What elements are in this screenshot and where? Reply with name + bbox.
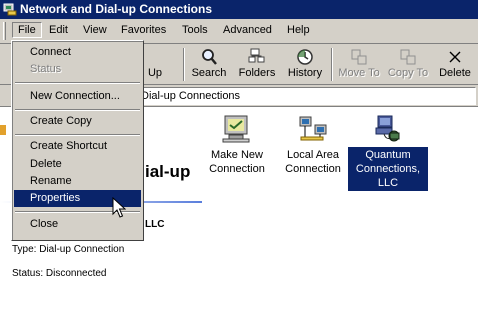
network-connections-icon bbox=[3, 3, 17, 16]
icon-label-line: Connection bbox=[285, 163, 341, 175]
copy-to-button[interactable]: Copy To bbox=[385, 46, 431, 83]
local-area-connection-icon[interactable]: Local Area Connection bbox=[273, 113, 353, 185]
toolbar-separator bbox=[331, 48, 333, 81]
connection-status: Status: Disconnected bbox=[12, 268, 107, 279]
toolbar-separator bbox=[183, 48, 185, 81]
new-connection-wizard-icon bbox=[222, 115, 250, 143]
menu-item-create-shortcut[interactable]: Create Shortcut bbox=[14, 138, 141, 155]
quantum-connections-label: Quantum Connections, LLC bbox=[348, 147, 428, 191]
icon-label-line: LLC bbox=[377, 177, 399, 189]
menu-item-status[interactable]: Status bbox=[14, 61, 141, 78]
lan-connection-icon bbox=[299, 116, 327, 141]
menu-separator bbox=[15, 109, 140, 111]
move-to-icon bbox=[351, 49, 367, 65]
history-button[interactable]: History bbox=[284, 46, 326, 83]
icon-label-line: Connection bbox=[209, 163, 265, 175]
folders-label: Folders bbox=[238, 67, 276, 79]
delete-icon bbox=[449, 51, 461, 63]
menu-file[interactable]: File bbox=[12, 22, 42, 38]
up-label: Up bbox=[147, 67, 163, 79]
address-input[interactable]: Dial-up Connections bbox=[120, 87, 476, 105]
menubar-grip[interactable] bbox=[3, 22, 6, 40]
make-new-connection-icon[interactable]: Make New Connection bbox=[197, 113, 277, 185]
history-icon bbox=[297, 49, 313, 65]
move-to-label: Move To bbox=[338, 67, 380, 79]
icon-label-line: Quantum bbox=[365, 149, 411, 161]
menu-help[interactable]: Help bbox=[287, 24, 310, 36]
connection-type: Type: Dial-up Connection bbox=[12, 244, 125, 255]
title-bar: Network and Dial-up Connections bbox=[0, 0, 478, 19]
up-button[interactable]: Up bbox=[142, 46, 168, 83]
menu-item-connect[interactable]: Connect bbox=[14, 44, 141, 61]
icon-label-line: Connections, bbox=[355, 163, 421, 175]
search-button[interactable]: Search bbox=[189, 46, 229, 83]
left-pane-subtitle: LLC bbox=[145, 219, 165, 230]
menu-item-delete[interactable]: Delete bbox=[14, 156, 141, 173]
menu-favorites[interactable]: Favorites bbox=[121, 24, 166, 36]
icon-label-line: Make New bbox=[211, 149, 263, 161]
search-icon bbox=[202, 49, 217, 65]
delete-button[interactable]: Delete bbox=[436, 46, 474, 83]
make-new-connection-label: Make New Connection bbox=[197, 147, 277, 177]
left-pane-title: ial-up bbox=[145, 162, 191, 181]
menu-item-rename[interactable]: Rename bbox=[14, 173, 141, 190]
address-value: Dial-up Connections bbox=[141, 90, 241, 102]
move-to-button[interactable]: Move To bbox=[336, 46, 382, 83]
web-view-logo bbox=[0, 125, 6, 135]
menu-item-new-connection[interactable]: New Connection... bbox=[14, 88, 141, 105]
menu-edit[interactable]: Edit bbox=[49, 24, 68, 36]
menu-separator bbox=[15, 134, 140, 136]
menu-item-create-copy[interactable]: Create Copy bbox=[14, 113, 141, 130]
copy-to-icon bbox=[400, 49, 416, 65]
mouse-pointer-icon bbox=[112, 197, 126, 218]
menu-tools[interactable]: Tools bbox=[182, 24, 208, 36]
menu-advanced[interactable]: Advanced bbox=[223, 24, 272, 36]
delete-label: Delete bbox=[439, 67, 471, 79]
local-area-connection-label: Local Area Connection bbox=[273, 147, 353, 177]
search-label: Search bbox=[191, 67, 227, 79]
dial-up-connection-icon bbox=[375, 115, 400, 142]
folders-button[interactable]: Folders bbox=[236, 46, 278, 83]
menu-view[interactable]: View bbox=[83, 24, 107, 36]
copy-to-label: Copy To bbox=[387, 67, 429, 79]
history-label: History bbox=[287, 67, 323, 79]
quantum-connections-icon[interactable]: Quantum Connections, LLC bbox=[348, 113, 428, 195]
menu-separator bbox=[15, 82, 140, 84]
window-title: Network and Dial-up Connections bbox=[20, 2, 213, 16]
folders-icon bbox=[248, 48, 265, 63]
icon-label-line: Local Area bbox=[287, 149, 339, 161]
